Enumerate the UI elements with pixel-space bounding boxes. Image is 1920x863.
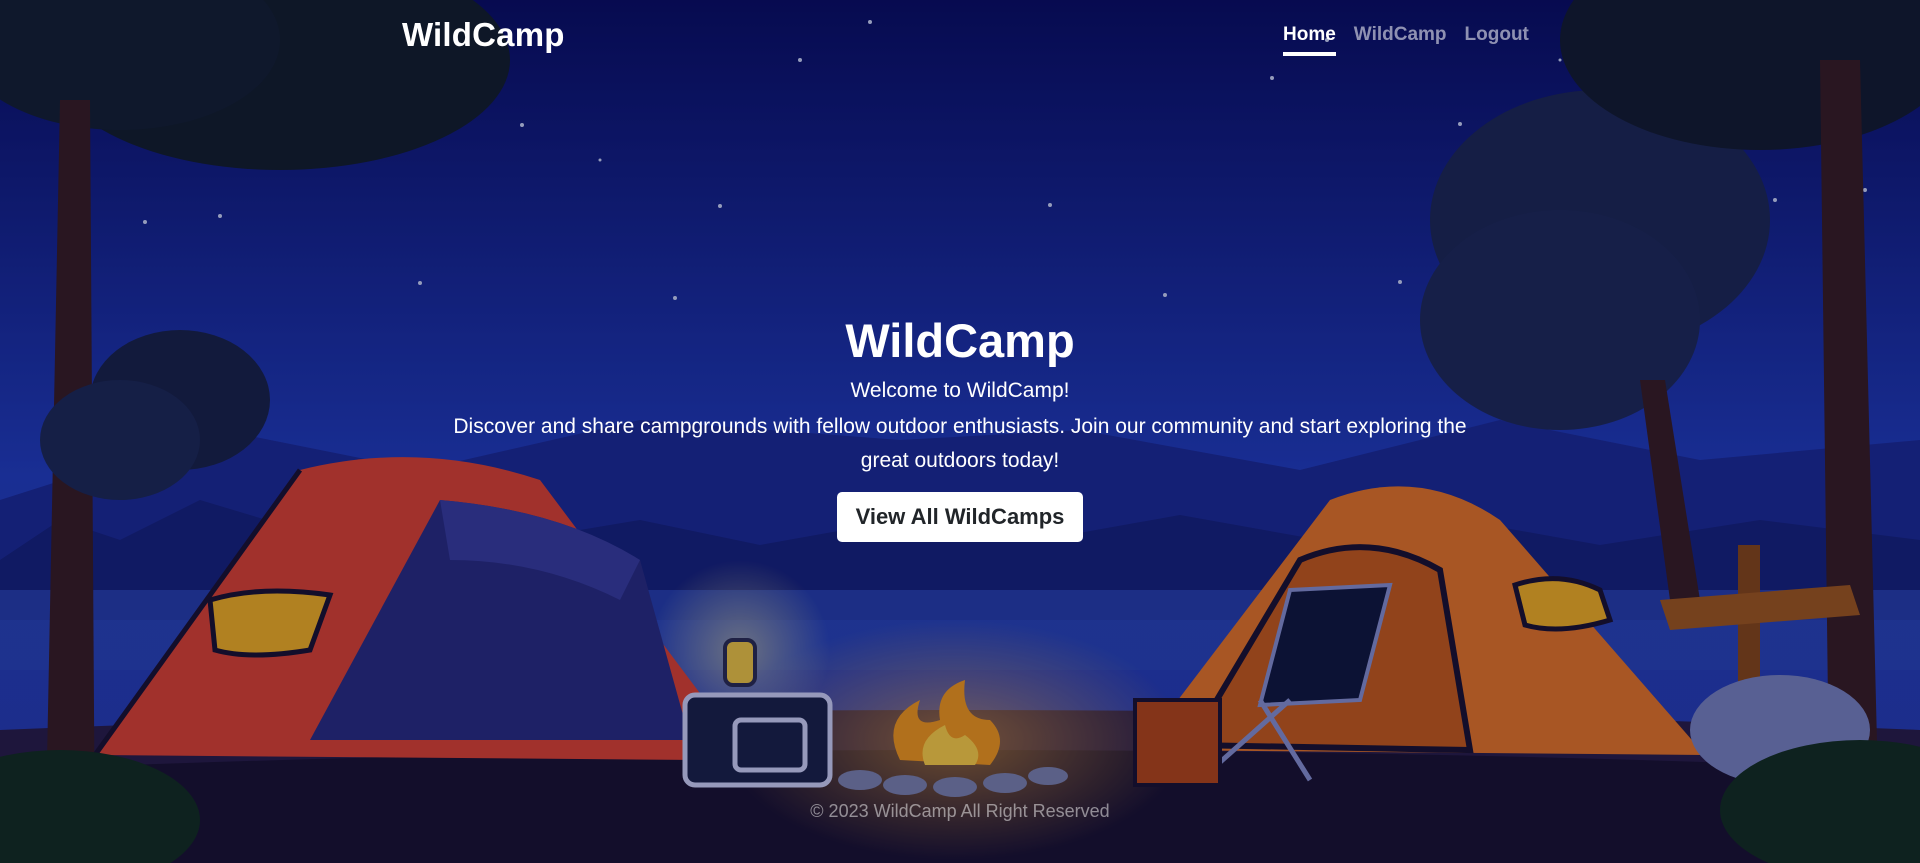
hero-section: WildCamp Welcome to WildCamp! Discover a… [420, 312, 1500, 542]
navbar: WildCamp Home WildCamp Logout [0, 0, 1920, 74]
brand-logo-link[interactable]: WildCamp [402, 16, 565, 54]
hero-welcome-text: Welcome to WildCamp! [850, 379, 1070, 402]
nav-link-logout[interactable]: Logout [1465, 24, 1529, 56]
view-all-wildcamps-button[interactable]: View All WildCamps [836, 492, 1084, 542]
hero-title: WildCamp [845, 314, 1075, 367]
footer: © 2023 WildCamp All Right Reserved [0, 801, 1920, 822]
hero-description: Discover and share campgrounds with fell… [453, 415, 1467, 472]
nav-links: Home WildCamp Logout [1283, 24, 1529, 56]
nav-link-home[interactable]: Home [1283, 24, 1336, 56]
nav-link-wildcamp[interactable]: WildCamp [1354, 24, 1447, 56]
copyright-text: © 2023 WildCamp All Right Reserved [810, 801, 1110, 821]
